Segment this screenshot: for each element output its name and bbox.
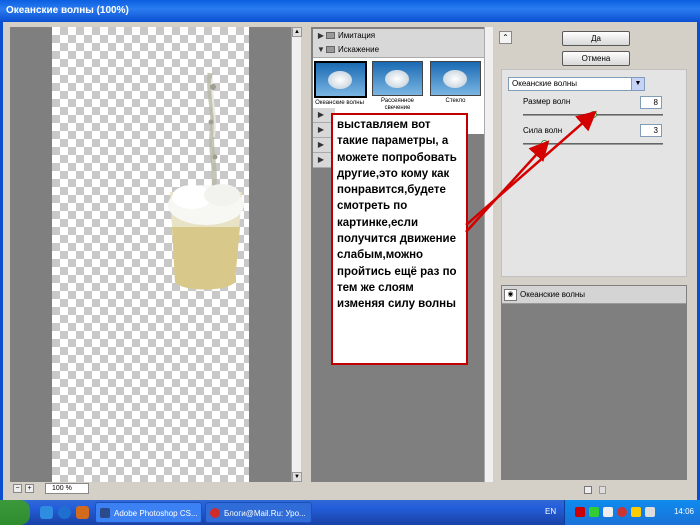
eye-icon[interactable]: ◉ [504, 289, 517, 301]
browser-icon[interactable] [58, 506, 71, 519]
foam-glass-image [168, 72, 244, 290]
trash-icon[interactable] [599, 486, 606, 494]
task-browser[interactable]: Блоги@Mail.Ru: Уро... [205, 502, 312, 523]
filter-preview-image [314, 61, 367, 98]
wave-size-slider-knob[interactable] [590, 111, 597, 118]
effect-layer-label: Океанские волны [520, 290, 586, 299]
expand-arrow-icon[interactable]: ▶ [316, 138, 326, 152]
system-tray: EN 14:06 [545, 500, 700, 525]
filter-preview-image [372, 61, 423, 96]
scroll-up-icon[interactable]: ▲ [292, 27, 302, 37]
category-label: Имитация [338, 31, 376, 40]
thumb-label: Стекло [445, 98, 466, 104]
ok-button[interactable]: Да [562, 31, 630, 46]
preview-canvas[interactable] [52, 27, 249, 482]
photoshop-icon [100, 508, 110, 518]
zoom-out-button[interactable]: − [13, 484, 22, 493]
category-imitation[interactable]: ▶ Имитация [313, 29, 484, 44]
wave-size-input[interactable]: 8 [640, 96, 662, 109]
collapse-arrow-icon[interactable]: ▼ [316, 43, 326, 57]
annotation-note: выставляем вот такие параметры, а можете… [331, 113, 468, 365]
chevron-down-icon[interactable]: ▼ [631, 78, 644, 90]
wave-strength-label: Сила волн [523, 126, 563, 135]
thumb-label: Океанские волны [315, 100, 364, 106]
desktop-icon[interactable] [40, 506, 53, 519]
tray-icon[interactable] [589, 507, 599, 517]
expand-arrow-icon[interactable]: ▶ [316, 153, 326, 167]
collapse-gallery-button[interactable]: ⌃ [499, 31, 512, 44]
tray-icon[interactable] [631, 507, 641, 517]
window-title: Океанские волны (100%) [6, 5, 129, 16]
effect-layers-panel: ◉ Океанские волны [501, 285, 687, 480]
start-button[interactable] [0, 500, 30, 525]
thumb-label: Рассеянное свечение [380, 98, 415, 111]
tray-icon[interactable] [603, 507, 613, 517]
folder-icon [326, 46, 335, 54]
task-photoshop[interactable]: Adobe Photoshop CS... [95, 502, 202, 523]
filter-preview-image [430, 61, 481, 96]
media-icon[interactable] [76, 506, 89, 519]
expand-arrow-icon[interactable]: ▶ [316, 108, 326, 122]
speaker-icon[interactable] [645, 507, 655, 517]
task-label: Блоги@Mail.Ru: Уро... [224, 509, 306, 518]
browser-icon [210, 508, 220, 518]
zoom-select[interactable]: 100 % [45, 483, 89, 494]
wave-strength-slider-knob[interactable] [541, 140, 548, 147]
scroll-down-icon[interactable]: ▼ [292, 472, 302, 482]
category-label: Искажение [338, 45, 380, 54]
cancel-button[interactable]: Отмена [562, 51, 630, 66]
taskbar: Adobe Photoshop CS... Блоги@Mail.Ru: Уро… [0, 500, 700, 525]
zoom-bar: − + 100 % [10, 483, 299, 495]
folder-icon [326, 32, 335, 40]
wave-size-label: Размер волн [523, 97, 571, 106]
filter-select[interactable]: Океанские волны ▼ [508, 77, 645, 91]
filter-select-value: Океанские волны [512, 79, 578, 88]
preview-vertical-scrollbar[interactable]: ▲ ▼ [291, 27, 302, 482]
task-label: Adobe Photoshop CS... [114, 509, 198, 518]
effect-layer-row[interactable]: ◉ Океанские волны [502, 286, 686, 304]
expand-arrow-icon[interactable]: ▶ [316, 123, 326, 137]
window-title-bar[interactable]: Океанские волны (100%) [0, 0, 700, 22]
language-indicator[interactable]: EN [545, 507, 556, 516]
expand-arrow-icon[interactable]: ▶ [316, 29, 326, 43]
tray-icon[interactable] [617, 507, 627, 517]
tray-icon[interactable] [575, 507, 585, 517]
clock: 14:06 [673, 507, 694, 516]
zoom-in-button[interactable]: + [25, 484, 34, 493]
gallery-scrollbar[interactable] [484, 27, 493, 482]
new-layer-icon[interactable] [584, 486, 592, 494]
wave-strength-input[interactable]: 3 [640, 124, 662, 137]
category-distort[interactable]: ▼ Искажение [313, 43, 484, 58]
